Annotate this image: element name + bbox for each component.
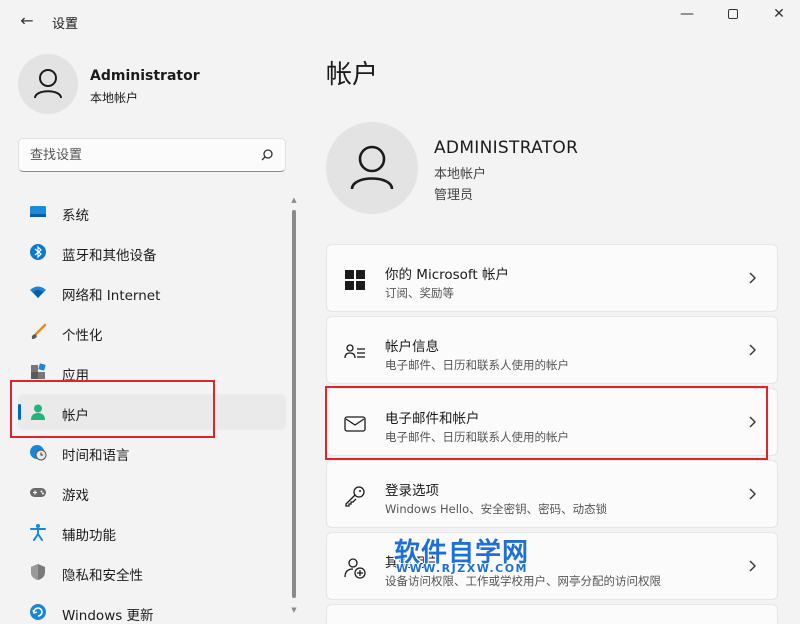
profile-name: Administrator [90,68,200,84]
sidebar-item-label: 系统 [62,208,89,224]
sidebar-item-accounts[interactable]: 帐户 [18,394,286,430]
sidebar-item-label: Windows 更新 [62,608,154,624]
wifi-icon [30,286,46,298]
watermark-url: WWW.RJZXW.COM [396,562,528,575]
title-bar: ← 设置 — ✕ [0,0,800,44]
sidebar-item-label: 蓝牙和其他设备 [62,248,157,264]
accessibility-icon [30,524,46,541]
chevron-right-icon [749,488,756,500]
card-subtitle: Windows Hello、安全密钥、密码、动态锁 [385,502,608,516]
page-title: 帐户 [326,60,379,90]
card-email-accounts[interactable]: 电子邮件和帐户 电子邮件、日历和联系人使用的帐户 [326,388,778,456]
sidebar-item-windows-update[interactable]: Windows 更新 [18,594,286,624]
sidebar-item-system[interactable]: 系统 [18,194,286,230]
mail-icon [344,416,366,432]
sidebar-item-apps[interactable]: 应用 [18,354,286,390]
sidebar-item-label: 时间和语言 [62,448,130,464]
active-indicator [18,404,21,420]
card-title: 帐户信息 [385,339,439,355]
card-subtitle: 电子邮件、日历和联系人使用的帐户 [385,358,569,372]
gamepad-icon [30,488,46,497]
sidebar-item-label: 应用 [62,368,89,384]
card-title: 登录选项 [385,483,439,499]
scroll-down-icon[interactable]: ▼ [290,606,298,614]
apps-icon [31,363,46,379]
card-subtitle: 电子邮件、日历和联系人使用的帐户 [385,430,569,444]
sidebar-item-bluetooth[interactable]: 蓝牙和其他设备 [18,234,286,270]
sidebar-profile[interactable]: Administrator 本地帐户 [18,54,288,114]
sidebar-item-label: 帐户 [62,408,89,424]
search-box[interactable] [18,138,286,172]
card-account-info[interactable]: 帐户信息 电子邮件、日历和联系人使用的帐户 [326,316,778,384]
card-next-partial[interactable] [326,604,778,624]
search-icon [261,149,273,161]
chevron-right-icon [749,344,756,356]
maximize-button[interactable] [710,0,756,30]
add-person-icon [344,558,366,579]
key-icon [345,486,365,507]
monitor-icon [30,206,46,217]
card-subtitle: 订阅、奖励等 [385,286,454,300]
watermark: 软件自学网 WWW.RJZXW.COM [394,532,554,582]
account-name: ADMINISTRATOR [434,138,579,158]
sidebar-item-accessibility[interactable]: 辅助功能 [18,514,286,550]
chevron-right-icon [749,416,756,428]
bluetooth-icon [30,244,46,260]
card-microsoft-account[interactable]: 你的 Microsoft 帐户 订阅、奖励等 [326,244,778,312]
card-title: 你的 Microsoft 帐户 [385,267,510,283]
profile-account-type: 本地帐户 [90,91,139,105]
windows-logo-icon [345,270,365,290]
chevron-right-icon [749,560,756,572]
scrollbar-thumb[interactable] [292,210,296,598]
sidebar-item-time-language[interactable]: 时间和语言 [18,434,286,470]
user-avatar-icon [350,145,394,190]
scroll-up-icon[interactable]: ▲ [290,196,298,204]
minimize-button[interactable]: — [664,0,710,30]
search-input[interactable] [19,139,249,171]
brush-icon [31,323,47,339]
avatar [18,54,78,114]
sidebar-scrollbar[interactable]: ▲ ▼ [290,196,298,620]
maximize-icon [728,9,738,19]
close-button[interactable]: ✕ [756,0,800,30]
sidebar-item-label: 网络和 Internet [62,288,161,304]
card-title: 电子邮件和帐户 [385,411,480,427]
back-button[interactable]: ← [14,10,40,32]
user-avatar-icon [34,69,62,99]
person-icon [31,404,45,420]
sidebar-item-gaming[interactable]: 游戏 [18,474,286,510]
account-type: 本地帐户 [434,167,487,182]
globe-clock-icon [30,445,47,461]
sidebar-item-privacy[interactable]: 隐私和安全性 [18,554,286,590]
sidebar-item-label: 个性化 [62,328,103,344]
account-info-icon [344,344,365,359]
app-title: 设置 [52,17,79,32]
sidebar-item-label: 隐私和安全性 [62,568,143,584]
sidebar-item-label: 辅助功能 [62,528,116,544]
update-icon [30,604,46,620]
sidebar-item-label: 游戏 [62,488,89,504]
sidebar-item-network[interactable]: 网络和 Internet [18,274,286,310]
account-role: 管理员 [434,188,474,203]
card-sign-in-options[interactable]: 登录选项 Windows Hello、安全密钥、密码、动态锁 [326,460,778,528]
settings-window: ← 设置 — ✕ Administrator 本地帐户 系统 [0,0,800,624]
sidebar-nav: 系统 蓝牙和其他设备 网络和 Internet 个性化 应用 帐户 时间和语言 … [18,194,286,624]
account-header: ADMINISTRATOR 本地帐户 管理员 [326,122,776,214]
shield-icon [31,564,45,580]
sidebar-item-personalization[interactable]: 个性化 [18,314,286,350]
chevron-right-icon [749,272,756,284]
account-avatar [326,122,418,214]
